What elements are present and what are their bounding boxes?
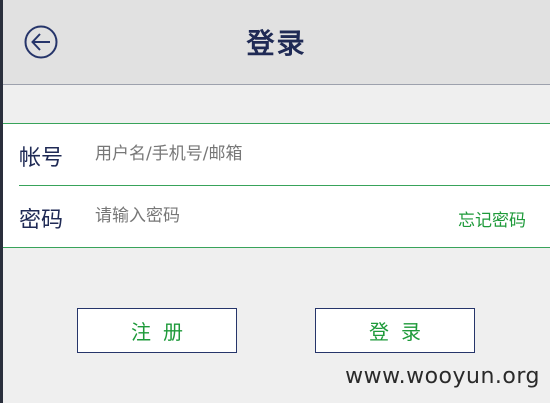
login-button[interactable]: 登录 (315, 308, 475, 353)
login-screen: 登录 帐号 密码 忘记密码 注册 登录 www.wooyun.org (3, 0, 550, 403)
account-row: 帐号 (3, 124, 550, 185)
password-label: 密码 (19, 208, 64, 233)
header-bar: 登录 (3, 0, 550, 85)
forgot-password-link[interactable]: 忘记密码 (458, 206, 526, 231)
login-form: 帐号 密码 忘记密码 (3, 123, 550, 248)
register-button[interactable]: 注册 (77, 308, 237, 353)
page-title: 登录 (246, 27, 307, 60)
account-label: 帐号 (19, 146, 64, 171)
account-input[interactable] (95, 141, 425, 167)
password-input[interactable] (95, 203, 425, 229)
password-row: 密码 忘记密码 (19, 185, 550, 247)
watermark-text: www.wooyun.org (345, 364, 540, 389)
